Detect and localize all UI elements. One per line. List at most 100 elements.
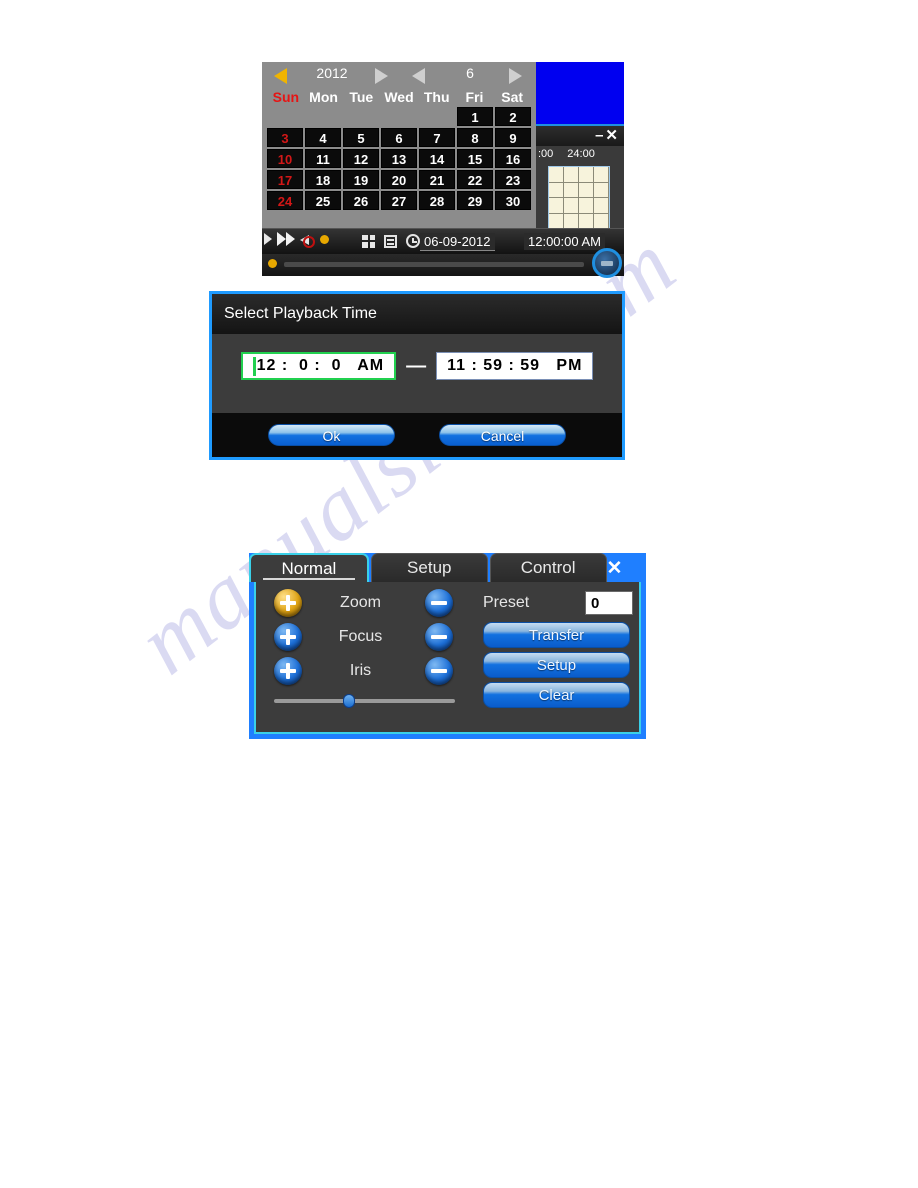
- playback-progress-bar[interactable]: [262, 248, 624, 278]
- play-icon[interactable]: [264, 233, 272, 245]
- tab-control[interactable]: Control: [489, 553, 607, 582]
- grid-cell[interactable]: [564, 198, 579, 214]
- end-time-input[interactable]: 11 : 59 : 59 PM: [436, 352, 594, 380]
- tab-normal[interactable]: Normal: [249, 553, 369, 582]
- close-icon[interactable]: ✕: [607, 558, 626, 579]
- record-dot-icon[interactable]: [320, 234, 329, 244]
- prev-month-icon[interactable]: [412, 68, 425, 84]
- calendar-day-18[interactable]: 18: [305, 170, 341, 189]
- list-view-icon[interactable]: [384, 234, 397, 248]
- calendar-day-7[interactable]: 7: [419, 128, 455, 147]
- calendar-day-27[interactable]: 27: [381, 191, 417, 210]
- calendar-day-30[interactable]: 30: [495, 191, 531, 210]
- iris-minus-icon[interactable]: [425, 657, 453, 685]
- weekday-fri: Fri: [465, 89, 484, 105]
- progress-track[interactable]: [284, 262, 584, 267]
- minimize-icon[interactable]: –: [595, 127, 605, 144]
- ptz-window-buttons[interactable]: –✕: [607, 530, 646, 582]
- prev-year-icon[interactable]: [274, 68, 287, 84]
- calendar-day-13[interactable]: 13: [381, 149, 417, 168]
- grid-cell[interactable]: [579, 167, 594, 183]
- playback-transport-icons: [264, 232, 329, 248]
- cancel-button[interactable]: Cancel: [439, 424, 566, 446]
- calendar-day-23[interactable]: 23: [495, 170, 531, 189]
- ptz-row-focus: Focus: [256, 620, 481, 654]
- calendar-day-10[interactable]: 10: [267, 149, 303, 168]
- mini-window-titlebar: –✕: [536, 126, 624, 146]
- grid-cell[interactable]: [564, 167, 579, 183]
- calendar-day-22[interactable]: 22: [457, 170, 493, 189]
- next-month-icon[interactable]: [509, 68, 522, 84]
- calendar-day-29[interactable]: 29: [457, 191, 493, 210]
- close-icon[interactable]: ✕: [605, 127, 620, 144]
- transfer-button[interactable]: Transfer: [483, 622, 630, 648]
- grid-view-icon[interactable]: [362, 234, 375, 248]
- grid-cell[interactable]: [579, 198, 594, 214]
- grid-cell[interactable]: [594, 182, 609, 199]
- ptz-control-panel: Normal Setup Control –✕ Zoom Focus Iris: [249, 532, 646, 739]
- weekday-mon: Mon: [309, 89, 338, 105]
- mute-icon[interactable]: [300, 232, 315, 248]
- select-playback-time-dialog: Select Playback Time 12 : 0 : 0 AM — 11 …: [209, 291, 625, 460]
- grid-cell[interactable]: [564, 182, 579, 199]
- iris-plus-icon[interactable]: [274, 657, 302, 685]
- calendar-day-3[interactable]: 3: [267, 128, 303, 147]
- calendar-day-21[interactable]: 21: [419, 170, 455, 189]
- clear-button[interactable]: Clear: [483, 682, 630, 708]
- calendar-day-20[interactable]: 20: [381, 170, 417, 189]
- next-year-icon[interactable]: [375, 68, 388, 84]
- grid-cell[interactable]: [549, 167, 564, 183]
- grid-cell[interactable]: [549, 198, 564, 214]
- zoom-minus-icon[interactable]: [425, 589, 453, 617]
- focus-plus-icon[interactable]: [274, 623, 302, 651]
- calendar-day-16[interactable]: 16: [495, 149, 531, 168]
- calendar-day-grid[interactable]: 1 2 3 4 5 6 7 8 9 10 11 12 13 14 15 16 17 18 19 20 21 22 23 24 2…: [262, 106, 536, 210]
- mini-window-buttons[interactable]: –✕: [595, 128, 620, 144]
- jog-wheel-icon[interactable]: [592, 248, 622, 278]
- slider-thumb[interactable]: [342, 694, 355, 708]
- grid-cell[interactable]: [594, 198, 609, 214]
- preset-input[interactable]: 0: [585, 591, 633, 615]
- ptz-speed-slider[interactable]: [274, 694, 455, 708]
- calendar-day-11[interactable]: 11: [305, 149, 341, 168]
- ptz-row-iris: Iris: [256, 654, 481, 688]
- tab-setup[interactable]: Setup: [370, 553, 488, 582]
- calendar-day-24[interactable]: 24: [267, 191, 303, 210]
- calendar-day-9[interactable]: 9: [495, 128, 531, 147]
- calendar-day-14[interactable]: 14: [419, 149, 455, 168]
- ok-button[interactable]: Ok: [268, 424, 395, 446]
- calendar-day-17[interactable]: 17: [267, 170, 303, 189]
- mini-window-time-labels: :00 24:00: [538, 148, 626, 160]
- calendar-day-8[interactable]: 8: [457, 128, 493, 147]
- setup-button[interactable]: Setup: [483, 652, 630, 678]
- calendar-day-15[interactable]: 15: [457, 149, 493, 168]
- ptz-lens-controls: Zoom Focus Iris: [256, 582, 481, 732]
- calendar-day-6[interactable]: 6: [381, 128, 417, 147]
- playback-time-field[interactable]: 12:00:00 AM: [524, 233, 605, 250]
- focus-minus-icon[interactable]: [425, 623, 453, 651]
- progress-knob[interactable]: [268, 259, 277, 268]
- clock-icon[interactable]: [406, 234, 420, 248]
- start-time-value: 12 : 0 : 0 AM: [256, 357, 385, 374]
- playback-date-field[interactable]: 06-09-2012: [420, 233, 495, 251]
- preset-row: Preset 0: [481, 588, 639, 618]
- calendar-day-2[interactable]: 2: [495, 107, 531, 126]
- calendar-day-12[interactable]: 12: [343, 149, 379, 168]
- fast-forward-icon[interactable]: [277, 232, 295, 246]
- calendar-day-19[interactable]: 19: [343, 170, 379, 189]
- slider-track[interactable]: [274, 699, 455, 703]
- calendar-day-28[interactable]: 28: [419, 191, 455, 210]
- calendar-day-1[interactable]: 1: [457, 107, 493, 126]
- grid-cell[interactable]: [549, 182, 564, 199]
- calendar-day-26[interactable]: 26: [343, 191, 379, 210]
- zoom-plus-icon[interactable]: [274, 589, 302, 617]
- weekday-tue: Tue: [349, 89, 374, 105]
- calendar-day-5[interactable]: 5: [343, 128, 379, 147]
- grid-cell[interactable]: [579, 182, 594, 199]
- calendar-day-4[interactable]: 4: [305, 128, 341, 147]
- minimize-icon[interactable]: –: [607, 532, 621, 553]
- grid-cell[interactable]: [594, 167, 609, 183]
- calendar-day-25[interactable]: 25: [305, 191, 341, 210]
- weekday-thu: Thu: [423, 89, 450, 105]
- start-time-input[interactable]: 12 : 0 : 0 AM: [240, 352, 397, 380]
